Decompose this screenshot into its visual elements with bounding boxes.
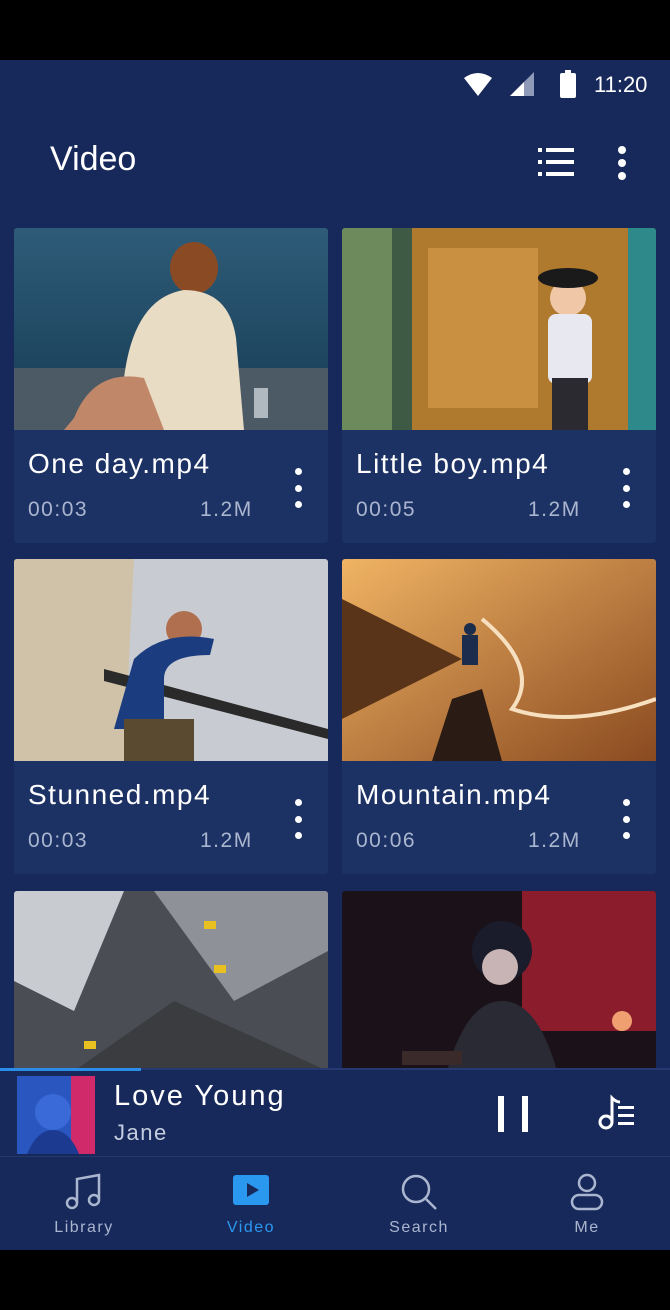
video-card[interactable]: Little boy.mp4 00:05 1.2M bbox=[342, 228, 656, 543]
video-duration: 00:03 bbox=[28, 498, 89, 521]
artist-name: Jane bbox=[114, 1120, 168, 1145]
video-thumbnail bbox=[14, 891, 328, 1071]
music-note-icon bbox=[65, 1173, 101, 1210]
app-screen: 11:20 Video One day.mp4 00:03 1.2M Littl… bbox=[0, 60, 670, 1250]
video-thumbnail bbox=[342, 228, 656, 430]
video-thumbnail bbox=[342, 559, 656, 761]
battery-icon bbox=[560, 70, 576, 98]
video-card[interactable] bbox=[342, 891, 656, 1071]
video-more-icon[interactable] bbox=[286, 799, 310, 839]
video-card[interactable]: One day.mp4 00:03 1.2M bbox=[14, 228, 328, 543]
nav-label: Video bbox=[226, 1219, 276, 1236]
playback-progress[interactable] bbox=[0, 1068, 141, 1071]
video-duration: 00:03 bbox=[28, 829, 89, 852]
more-options-icon[interactable] bbox=[612, 146, 632, 180]
nav-label: Me bbox=[574, 1219, 600, 1236]
play-icon bbox=[233, 1175, 269, 1205]
playlist-icon[interactable] bbox=[596, 1094, 636, 1130]
song-title: Love Young bbox=[114, 1080, 286, 1112]
status-time: 11:20 bbox=[594, 72, 648, 97]
video-size: 1.2M bbox=[200, 498, 253, 521]
video-more-icon[interactable] bbox=[614, 799, 638, 839]
video-title: Stunned.mp4 bbox=[28, 779, 212, 810]
video-more-icon[interactable] bbox=[286, 468, 310, 508]
video-title: One day.mp4 bbox=[28, 448, 211, 479]
video-size: 1.2M bbox=[528, 829, 581, 852]
video-size: 1.2M bbox=[200, 829, 253, 852]
nav-item-search[interactable]: Search bbox=[335, 1157, 503, 1250]
video-card[interactable]: Stunned.mp4 00:03 1.2M bbox=[14, 559, 328, 874]
user-icon bbox=[570, 1173, 604, 1211]
search-icon bbox=[401, 1174, 437, 1210]
status-bar: 11:20 bbox=[0, 60, 670, 112]
signal-icon bbox=[510, 72, 534, 96]
nav-item-video[interactable]: Video bbox=[167, 1157, 335, 1250]
video-duration: 00:06 bbox=[356, 829, 417, 852]
video-duration: 00:05 bbox=[356, 498, 417, 521]
bottom-nav: Library Video Search Me bbox=[0, 1156, 670, 1250]
video-card[interactable] bbox=[14, 891, 328, 1071]
pause-button[interactable] bbox=[496, 1096, 530, 1132]
nav-item-me[interactable]: Me bbox=[503, 1157, 670, 1250]
nav-label: Search bbox=[389, 1219, 449, 1236]
video-more-icon[interactable] bbox=[614, 468, 638, 508]
mini-player[interactable]: Love Young Jane bbox=[0, 1068, 670, 1158]
page-title: Video bbox=[50, 140, 137, 178]
video-title: Mountain.mp4 bbox=[356, 779, 552, 810]
nav-label: Library bbox=[54, 1219, 114, 1236]
video-size: 1.2M bbox=[528, 498, 581, 521]
wifi-icon bbox=[464, 73, 492, 96]
nav-item-library[interactable]: Library bbox=[0, 1157, 168, 1250]
video-thumbnail bbox=[14, 228, 328, 430]
list-view-icon[interactable] bbox=[538, 146, 574, 178]
video-card[interactable]: Mountain.mp4 00:06 1.2M bbox=[342, 559, 656, 874]
video-thumbnail bbox=[14, 559, 328, 761]
video-title: Little boy.mp4 bbox=[356, 448, 550, 479]
album-art bbox=[17, 1076, 95, 1154]
video-thumbnail bbox=[342, 891, 656, 1071]
